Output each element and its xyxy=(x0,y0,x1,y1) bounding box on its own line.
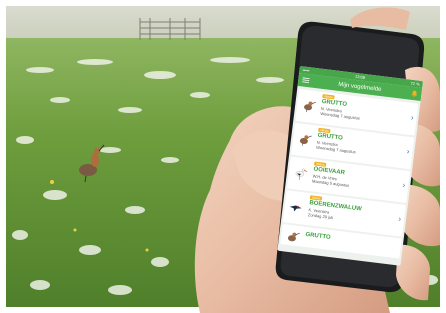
sighting-date: Woensdag 7 augustus xyxy=(320,110,361,121)
chevron-right-icon[interactable]: › xyxy=(402,180,406,189)
stork-icon xyxy=(295,168,308,180)
bell-icon[interactable] xyxy=(411,90,418,98)
godwit-icon xyxy=(287,232,300,242)
sighting-list: Nieuw GRUTTO N. Veenstra Woensdag 7 augu… xyxy=(278,86,421,262)
sighting-date: Zondag 29 juli xyxy=(307,212,334,221)
sighting-date: Maandag 5 augustus xyxy=(311,178,350,188)
swallow-icon xyxy=(289,205,302,212)
app-title: Mijn vogelmelde xyxy=(338,81,382,93)
hamburger-icon[interactable] xyxy=(302,76,310,84)
phone-screen: ••••• 13:08 72 % Mijn vogelmelde Nieuw G… xyxy=(277,66,424,266)
sighting-date: Woensdag 7 augustus xyxy=(315,144,356,155)
chevron-right-icon[interactable]: › xyxy=(398,214,402,223)
species-name: GRUTTO xyxy=(305,231,331,241)
chevron-right-icon[interactable]: › xyxy=(410,113,414,122)
chevron-right-icon[interactable]: › xyxy=(406,147,410,156)
godwit-icon xyxy=(304,101,316,113)
godwit-icon xyxy=(299,135,312,146)
